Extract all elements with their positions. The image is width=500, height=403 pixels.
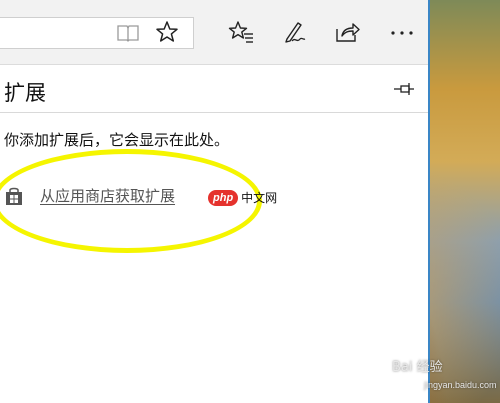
reading-view-icon[interactable]: [112, 17, 144, 49]
baidu-watermark: Bai 经验: [392, 360, 443, 375]
panel-title: 扩展: [4, 81, 46, 105]
more-icon[interactable]: [386, 16, 418, 48]
php-watermark: php 中文网: [208, 189, 277, 206]
php-watermark-text: 中文网: [241, 191, 278, 205]
store-link-row[interactable]: 从应用商店获取扩展: [4, 185, 175, 206]
baidu-watermark-url: jingyan.baidu.com: [424, 380, 497, 390]
favorites-hub-icon[interactable]: [225, 16, 257, 48]
divider: [0, 112, 428, 113]
store-bag-icon: [4, 186, 24, 206]
favorite-star-icon[interactable]: [151, 16, 183, 48]
browser-toolbar: [0, 0, 428, 65]
web-note-icon[interactable]: [279, 16, 311, 48]
share-icon[interactable]: [331, 16, 363, 48]
empty-extensions-message: 你添加扩展后，它会显示在此处。: [4, 131, 230, 149]
extensions-panel: 扩展 你添加扩展后，它会显示在此处。 从应用商店获取扩展: [0, 65, 428, 403]
get-extensions-from-store-link[interactable]: 从应用商店获取扩展: [40, 185, 175, 206]
pin-icon[interactable]: [393, 79, 415, 99]
php-logo: php: [208, 189, 239, 206]
